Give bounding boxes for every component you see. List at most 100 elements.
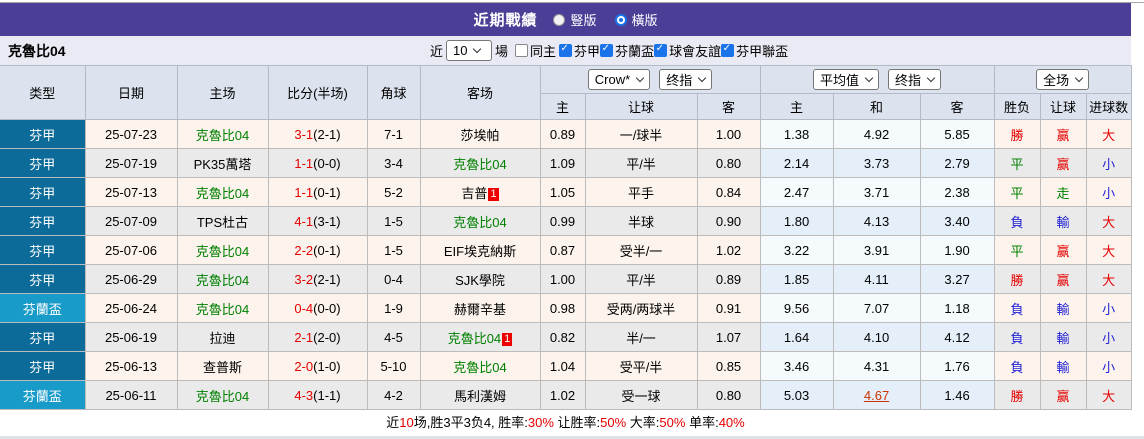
scope-select[interactable]: 全场 xyxy=(1036,69,1090,90)
odds-stage-select[interactable]: 终指 xyxy=(659,69,713,90)
goals-cell: 小 xyxy=(1085,351,1132,381)
home-team-cell: 克魯比04 xyxy=(176,293,269,323)
layout-radio-vertical[interactable]: 豎版 xyxy=(553,10,597,29)
result-cell: 勝 xyxy=(993,380,1041,410)
checkbox-checked-icon[interactable] xyxy=(559,43,573,57)
odds-home-cell: 0.98 xyxy=(539,293,586,323)
result-cell: 勝 xyxy=(993,264,1041,294)
checkbox-checked-icon[interactable] xyxy=(721,43,735,57)
halftime-score: (2-1) xyxy=(313,126,341,142)
odds-company-select[interactable]: Crow* xyxy=(587,69,651,90)
home-team-cell: 克魯比04 xyxy=(176,235,269,265)
summary-segment: 50% xyxy=(600,415,627,430)
league-cell: 芬甲 xyxy=(0,264,86,294)
avg-draw-value: 4.11 xyxy=(864,271,889,287)
team-name-text: 赫爾辛基 xyxy=(453,301,506,317)
table-row: 芬甲 25-06-19 拉迪 2-1(2-0) 4-5 克魯比04 1 0.82 半/一 1.07… xyxy=(0,322,1132,352)
col-header-home: 主场 xyxy=(176,65,269,120)
league-cell: 芬甲 xyxy=(0,148,86,178)
let-result-cell: 輸 xyxy=(1039,293,1087,323)
corner-cell: 1-5 xyxy=(366,206,421,236)
avg-away-cell: 3.40 xyxy=(919,206,995,236)
league-checkbox-2[interactable]: 球會友誼 xyxy=(654,41,721,60)
summary-line: 近10场,胜3平3负4, 胜率:30% 让胜率:50% 大率:50% 单率:40… xyxy=(0,410,1131,436)
score-cell: 4-1(3-1) xyxy=(267,206,368,236)
avg-home-cell: 2.14 xyxy=(759,148,834,178)
chevron-down-icon xyxy=(473,44,482,54)
fulltime-score: 0-4 xyxy=(294,300,314,316)
league-cell: 芬甲 xyxy=(0,177,86,207)
handicap-cell: 半/一 xyxy=(584,322,698,352)
goals-cell: 大 xyxy=(1085,264,1132,294)
let-result-cell: 赢 xyxy=(1039,235,1087,265)
odds-away-cell: 0.84 xyxy=(696,177,761,207)
fulltime-score: 1-1 xyxy=(294,184,314,200)
near-label: 近 xyxy=(430,44,444,59)
radio-label-text: 豎版 xyxy=(570,13,597,28)
page-title: 近期戰績 xyxy=(473,12,538,29)
league-cell: 芬甲 xyxy=(0,119,86,149)
match-count-select[interactable]: 10 xyxy=(446,40,493,61)
score-cell: 3-2(2-1) xyxy=(267,264,368,294)
away-team-cell: 克魯比04 1 xyxy=(419,322,541,352)
odds-select-cell: Crow* 终指 xyxy=(539,65,761,94)
league-checkbox-0[interactable]: 芬甲 xyxy=(559,41,600,60)
result-cell: 負 xyxy=(993,206,1041,236)
same-home-checkbox[interactable]: 同主 xyxy=(515,41,556,60)
average-select[interactable]: 平均值 xyxy=(813,69,880,90)
league-checkbox-3[interactable]: 芬甲聯盃 xyxy=(721,41,788,60)
result-cell: 負 xyxy=(993,293,1041,323)
team-name-text: 查普斯 xyxy=(202,359,242,375)
let-result-cell: 赢 xyxy=(1039,119,1087,149)
odds-away-cell: 0.90 xyxy=(696,206,761,236)
team-name-text: 克魯比04 xyxy=(453,359,507,375)
corner-cell: 3-4 xyxy=(366,148,421,178)
league-checkbox-label: 芬甲 xyxy=(574,44,601,59)
corner-cell: 4-5 xyxy=(366,322,421,352)
red-card-badge: 1 xyxy=(488,187,499,201)
result-cell: 平 xyxy=(993,235,1041,265)
odds-home-cell: 0.87 xyxy=(539,235,586,265)
odds-away-cell: 1.00 xyxy=(696,119,761,149)
match-count-value: 10 xyxy=(453,43,468,58)
league-cell: 芬蘭盃 xyxy=(0,293,86,323)
date-cell: 25-06-11 xyxy=(84,380,178,410)
summary-segment: 单率: xyxy=(685,415,719,430)
layout-radio-horizontal[interactable]: 橫版 xyxy=(614,10,658,29)
avg-draw-value: 4.13 xyxy=(863,213,890,229)
team-name-text: 克魯比04 xyxy=(453,214,507,230)
header-row-top: 类型 日期 主场 比分(半场) 角球 客场 Crow* 终指 平均值 终指 全场 xyxy=(0,65,1132,120)
date-cell: 25-07-19 xyxy=(84,148,178,178)
league-checkbox-1[interactable]: 芬蘭盃 xyxy=(600,41,654,60)
checkbox-checked-icon[interactable] xyxy=(600,43,614,57)
col-subheader-goals: 进球数 xyxy=(1085,93,1132,120)
summary-segment: 让胜率: xyxy=(553,415,601,430)
table-row: 芬甲 25-06-29 克魯比04 3-2(2-1) 0-4 SJK學院 1.00 平/半 0.… xyxy=(0,264,1132,294)
odds-away-cell: 1.02 xyxy=(696,235,761,265)
league-cell: 芬甲 xyxy=(0,322,86,352)
fulltime-score: 3-1 xyxy=(294,126,314,142)
average-stage-select[interactable]: 终指 xyxy=(888,69,942,90)
summary-segment: 场,胜3平3负4, 胜率: xyxy=(413,415,528,430)
col-subheader-avg-away: 客 xyxy=(919,93,995,120)
goals-cell: 大 xyxy=(1085,380,1132,410)
avg-draw-value: 4.92 xyxy=(863,126,890,142)
let-result-cell: 輸 xyxy=(1039,322,1087,352)
avg-draw-cell: 3.91 xyxy=(832,235,921,265)
odds-away-cell: 0.80 xyxy=(696,380,761,410)
team-name-text: 莎埃帕 xyxy=(460,127,500,143)
halftime-score: (2-1) xyxy=(313,271,341,287)
col-header-type: 类型 xyxy=(0,65,86,120)
col-subheader-odds-away: 客 xyxy=(696,93,761,120)
radio-checked-icon[interactable] xyxy=(614,13,627,26)
checkbox-checked-icon[interactable] xyxy=(654,43,668,57)
avg-draw-link[interactable]: 4.67 xyxy=(864,388,889,403)
checkbox-unchecked-icon[interactable] xyxy=(515,44,529,57)
team-name-text: 克魯比04 xyxy=(195,127,250,143)
avg-draw-cell: 3.71 xyxy=(832,177,921,207)
team-name-text: EIF埃克納斯 xyxy=(443,243,517,259)
home-team-cell: 查普斯 xyxy=(176,351,269,381)
handicap-cell: 平/半 xyxy=(584,148,698,178)
radio-unchecked-icon[interactable] xyxy=(553,13,566,26)
league-checkbox-label: 芬甲聯盃 xyxy=(736,44,789,59)
